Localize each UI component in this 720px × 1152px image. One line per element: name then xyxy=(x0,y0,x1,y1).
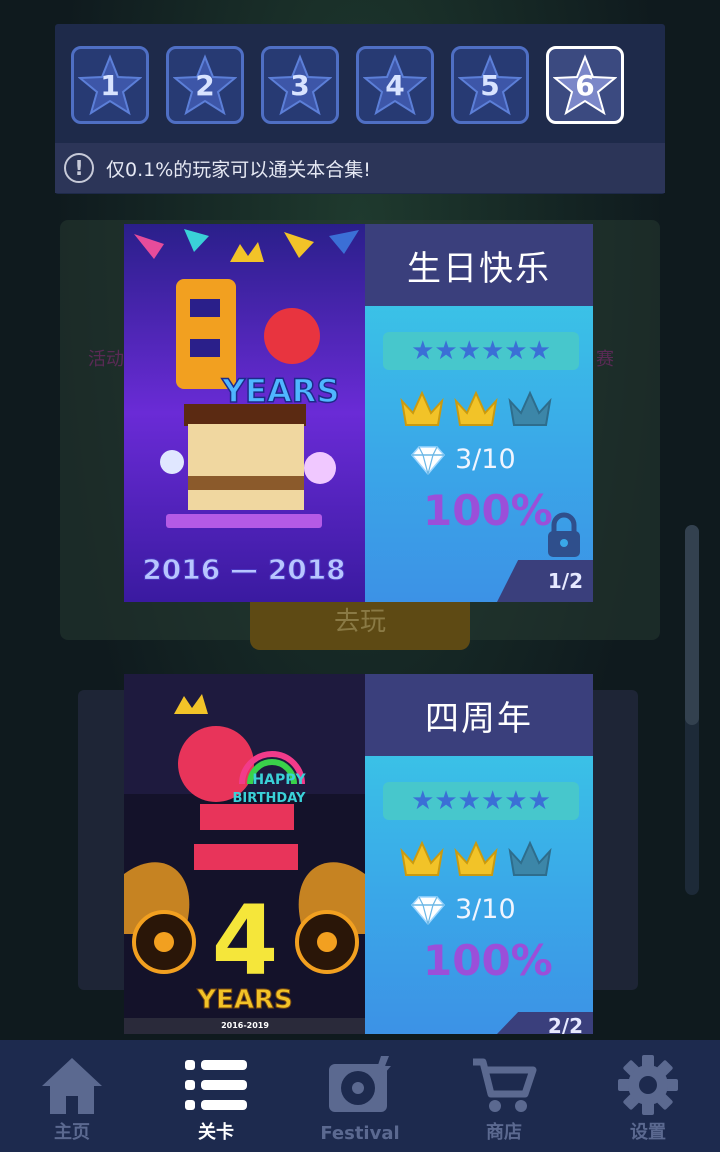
diamond-count: 3/10 xyxy=(411,894,516,925)
nav-levels[interactable]: 关卡 xyxy=(144,1040,288,1152)
background-label-left: 活动 xyxy=(88,349,124,370)
nav-festival[interactable]: Festival xyxy=(288,1040,432,1152)
gear-icon xyxy=(618,1055,678,1115)
album-dates: 2016-2019 xyxy=(221,1021,269,1030)
level-button-3[interactable]: 3 xyxy=(261,46,339,124)
crown-icon-locked xyxy=(508,840,552,876)
level-number: 1 xyxy=(100,68,120,102)
nav-settings[interactable]: 设置 xyxy=(576,1040,720,1152)
album-cover-art: YEARS 2016 — 2018 xyxy=(124,224,365,602)
album-title: 生日快乐 xyxy=(365,224,593,306)
rating-stars: ★★★★★★ xyxy=(383,782,579,820)
nav-label: 设置 xyxy=(630,1122,666,1143)
level-number: 2 xyxy=(195,68,215,102)
level-button-1[interactable]: 1 xyxy=(71,46,149,124)
cart-icon xyxy=(473,1058,537,1112)
diamond-value: 3/10 xyxy=(455,894,516,925)
nav-shop[interactable]: 商店 xyxy=(432,1040,576,1152)
crown-icon-locked xyxy=(508,390,552,426)
scrollbar-thumb[interactable] xyxy=(685,525,699,725)
diamond-icon xyxy=(411,895,445,925)
album-card-anniversary[interactable]: HAPPY BIRTHDAY 4 YEARS 2016-2019 四周年 ★★★… xyxy=(124,674,593,1034)
birthday-cake-art: YEARS 2016 — 2018 xyxy=(124,224,365,602)
turntable-icon xyxy=(329,1056,391,1112)
album-cover-art: HAPPY BIRTHDAY 4 YEARS 2016-2019 xyxy=(124,674,365,1034)
nav-label: 关卡 xyxy=(198,1122,234,1143)
level-button-2[interactable]: 2 xyxy=(166,46,244,124)
list-icon xyxy=(185,1060,247,1110)
level-selector: 1 2 3 4 5 6 ! 仅0.1%的玩家可以通关本合集! xyxy=(55,24,665,194)
crown-row xyxy=(399,389,553,429)
nav-label: 主页 xyxy=(54,1122,90,1143)
nav-label: Festival xyxy=(320,1123,400,1144)
notice-bar: ! 仅0.1%的玩家可以通关本合集! xyxy=(55,143,665,193)
level-number: 3 xyxy=(290,68,310,102)
album-card-birthday[interactable]: YEARS 2016 — 2018 生日快乐 ★★★★★★ 3/10 100% … xyxy=(124,224,593,602)
level-button-5[interactable]: 5 xyxy=(451,46,529,124)
scrollbar[interactable] xyxy=(685,525,699,895)
crown-icon-earned xyxy=(454,840,498,876)
level-number: 5 xyxy=(480,68,500,102)
diamond-icon xyxy=(411,445,445,475)
completion-percent: 100% xyxy=(423,936,553,985)
birthday-label: BIRTHDAY xyxy=(233,791,307,806)
completion-percent: 100% xyxy=(423,486,553,535)
bottom-navigation: 主页 关卡 Festival 商店 设置 xyxy=(0,1040,720,1152)
album-info-panel: 四周年 ★★★★★★ 3/10 100% 2/2 xyxy=(365,674,593,1034)
level-button-6[interactable]: 6 xyxy=(546,46,624,124)
diamond-value: 3/10 xyxy=(455,444,516,475)
nav-label: 商店 xyxy=(486,1122,522,1143)
crown-icon-earned xyxy=(400,390,444,426)
crown-icon-earned xyxy=(454,390,498,426)
anniversary-number: 4 xyxy=(212,885,279,997)
album-dates: 2016 — 2018 xyxy=(142,553,345,586)
level-number: 4 xyxy=(385,68,405,102)
anniversary-cake-art: HAPPY BIRTHDAY 4 YEARS 2016-2019 xyxy=(124,674,365,1034)
exclamation-icon: ! xyxy=(64,153,94,183)
notice-text: 仅0.1%的玩家可以通关本合集! xyxy=(106,158,371,181)
album-info-panel: 生日快乐 ★★★★★★ 3/10 100% 1/2 xyxy=(365,224,593,602)
level-button-4[interactable]: 4 xyxy=(356,46,434,124)
years-label: YEARS xyxy=(196,985,292,1015)
nav-home[interactable]: 主页 xyxy=(0,1040,144,1152)
page-indicator: 2/2 xyxy=(497,1012,593,1034)
crown-icon-earned xyxy=(400,840,444,876)
rating-stars: ★★★★★★ xyxy=(383,332,579,370)
page-indicator: 1/2 xyxy=(497,560,593,602)
album-title: 四周年 xyxy=(365,674,593,756)
home-icon xyxy=(42,1058,102,1114)
diamond-count: 3/10 xyxy=(411,444,516,475)
level-row: 1 2 3 4 5 6 xyxy=(71,46,624,124)
level-number: 6 xyxy=(575,68,595,102)
crown-row xyxy=(399,839,553,879)
background-label-right: 赛 xyxy=(596,349,614,370)
lock-icon xyxy=(548,512,580,557)
happy-label: HAPPY xyxy=(252,772,306,788)
